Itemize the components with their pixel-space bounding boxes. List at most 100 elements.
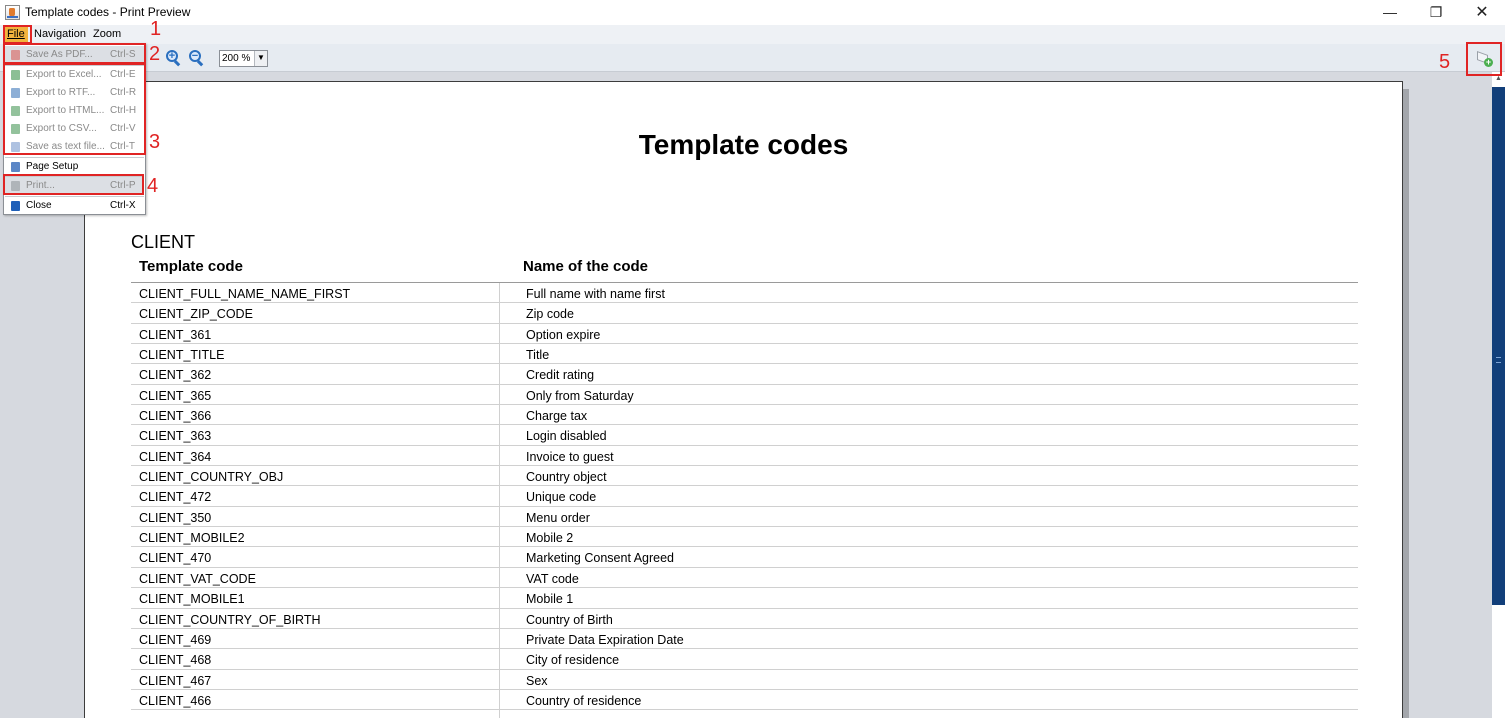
menu-item-shortcut: Ctrl-V <box>110 123 136 134</box>
zoom-out-icon[interactable]: − <box>189 50 205 67</box>
report-table-body: CLIENT_FULL_NAME_NAME_FIRST Full name wit… <box>131 283 1358 711</box>
menu-item-export-csv[interactable]: Export to CSV... Ctrl-V <box>5 120 144 138</box>
code-name-cell: Sex <box>526 673 548 688</box>
annotation-number: 2 <box>149 43 161 65</box>
table-row: CLIENT_COUNTRY_OF_BIRTH Country of Birth <box>131 609 1358 629</box>
annotation-number: 5 <box>1439 51 1451 73</box>
template-code-cell: CLIENT_MOBILE2 <box>139 531 245 546</box>
menu-item-export-html[interactable]: Export to HTML... Ctrl-H <box>5 102 144 120</box>
annotation-number: 4 <box>147 175 159 197</box>
minimize-button[interactable]: — <box>1367 0 1413 25</box>
scrollbar-grip <box>1496 357 1501 363</box>
menu-item-export-rtf[interactable]: Export to RTF... Ctrl-R <box>5 84 144 102</box>
table-row: CLIENT_TITLE Title <box>131 344 1358 365</box>
code-name-cell: Private Data Expiration Date <box>526 632 684 647</box>
table-row: CLIENT_COUNTRY_OBJ Country object <box>131 466 1358 487</box>
template-code-cell: CLIENT_365 <box>139 388 212 403</box>
template-code-cell: CLIENT_468 <box>139 653 212 668</box>
annotation-number: 1 <box>150 18 162 40</box>
menu-item-shortcut: Ctrl-T <box>110 141 135 152</box>
code-name-cell: Mobile 1 <box>526 592 574 607</box>
code-name-cell: Option expire <box>526 327 601 342</box>
menu-item-label: Export to CSV... <box>26 123 97 134</box>
menu-item-shortcut: Ctrl-E <box>110 69 136 80</box>
code-name-cell: Country of residence <box>526 693 642 708</box>
template-code-cell: CLIENT_TITLE <box>139 348 225 363</box>
maximize-button[interactable]: ❐ <box>1413 0 1459 25</box>
print-preview-window: Template codes - Print Preview — ❐ ✕ Fil… <box>0 0 1505 718</box>
chevron-down-icon[interactable]: ▼ <box>254 51 267 66</box>
scrollbar-thumb[interactable] <box>1492 87 1505 605</box>
page-setup-icon <box>11 162 20 172</box>
menu-item-label: Print... <box>26 180 55 191</box>
close-window-button[interactable]: ✕ <box>1459 0 1505 25</box>
template-code-cell: CLIENT_472 <box>139 490 212 505</box>
menu-item-page-setup[interactable]: Page Setup <box>5 158 144 176</box>
menu-item-label: Page Setup <box>26 161 79 172</box>
table-row: CLIENT_363 Login disabled <box>131 425 1358 446</box>
menu-item-shortcut: Ctrl-H <box>110 105 137 116</box>
report-page: Template codes CLIENT Template code Name… <box>84 81 1403 718</box>
table-row: CLIENT_ZIP_CODE Zip code <box>131 303 1358 324</box>
menu-item-label: Export to RTF... <box>26 87 96 98</box>
menu-navigation[interactable]: Navigation <box>31 27 89 42</box>
zoom-in-icon[interactable]: + <box>166 50 182 67</box>
template-code-cell: CLIENT_VAT_CODE <box>139 571 256 586</box>
template-code-cell: CLIENT_FULL_NAME_NAME_FIRST <box>139 287 351 301</box>
table-row: CLIENT_468 City of residence <box>131 649 1358 670</box>
menu-item-label: Export to HTML... <box>26 105 105 116</box>
code-name-cell: Full name with name first <box>526 287 665 301</box>
template-code-cell: CLIENT_467 <box>139 673 212 688</box>
table-row: CLIENT_467 Sex <box>131 670 1358 690</box>
template-code-cell: CLIENT_COUNTRY_OBJ <box>139 470 284 485</box>
column-header-name: Name of the code <box>523 258 649 275</box>
java-app-icon <box>5 5 20 20</box>
template-code-cell: CLIENT_470 <box>139 551 212 566</box>
template-code-cell: CLIENT_363 <box>139 429 212 444</box>
menu-item-save-as-text[interactable]: Save as text file... Ctrl-T <box>5 138 144 156</box>
plus-badge: + <box>1484 57 1493 67</box>
menu-item-label: Export to Excel... <box>26 69 102 80</box>
table-row: CLIENT_FULL_NAME_NAME_FIRST Full name wit… <box>131 283 1358 304</box>
printer-icon <box>11 181 20 191</box>
vertical-scrollbar[interactable]: ▲ <box>1492 72 1505 718</box>
menu-item-print[interactable]: Print... Ctrl-P <box>5 177 144 195</box>
table-row: CLIENT_364 Invoice to guest <box>131 446 1358 467</box>
menu-item-shortcut: Ctrl-X <box>110 200 136 211</box>
code-name-cell: Only from Saturday <box>526 388 634 403</box>
menu-item-save-as-pdf[interactable]: Save As PDF... Ctrl-S <box>5 46 144 64</box>
template-code-cell: CLIENT_362 <box>139 368 212 383</box>
template-code-cell: CLIENT_MOBILE1 <box>139 592 245 607</box>
template-code-cell: CLIENT_364 <box>139 449 212 464</box>
text-file-icon <box>11 142 20 152</box>
code-name-cell: Unique code <box>526 490 597 505</box>
menu-zoom[interactable]: Zoom <box>90 27 124 42</box>
menu-item-label: Save as text file... <box>26 141 105 152</box>
menu-item-close[interactable]: Close Ctrl-X <box>5 197 144 215</box>
code-name-cell: Country object <box>526 470 607 485</box>
menu-file[interactable]: File <box>4 27 28 42</box>
menu-bar: File Navigation Zoom <box>0 25 1505 44</box>
code-name-cell: Zip code <box>526 307 574 322</box>
settings-icon[interactable]: + <box>1475 50 1493 68</box>
annotation-number: 3 <box>149 131 161 153</box>
table-row: CLIENT_361 Option expire <box>131 324 1358 345</box>
template-code-cell: CLIENT_466 <box>139 693 212 708</box>
template-code-cell: CLIENT_361 <box>139 327 212 342</box>
code-name-cell: VAT code <box>526 571 579 586</box>
template-code-cell: CLIENT_ZIP_CODE <box>139 307 253 322</box>
file-menu-dropdown: Save As PDF... Ctrl-S Export to Excel...… <box>3 43 146 215</box>
title-bar: Template codes - Print Preview — ❐ ✕ <box>0 0 1505 25</box>
html-icon <box>11 106 20 116</box>
scroll-up-arrow-icon[interactable]: ▲ <box>1492 72 1505 86</box>
menu-item-export-excel[interactable]: Export to Excel... Ctrl-E <box>5 66 144 84</box>
menu-item-label: Save As PDF... <box>26 49 93 60</box>
code-name-cell: Invoice to guest <box>526 449 614 464</box>
table-row: CLIENT_470 Marketing Consent Agreed <box>131 547 1358 568</box>
zoom-level-select[interactable]: 200 % ▼ <box>219 50 268 67</box>
minus-sign: − <box>191 50 199 62</box>
template-code-cell: CLIENT_366 <box>139 409 212 424</box>
code-name-cell: Mobile 2 <box>526 531 574 546</box>
pdf-icon <box>11 50 20 60</box>
menu-file-label: File <box>7 28 25 40</box>
